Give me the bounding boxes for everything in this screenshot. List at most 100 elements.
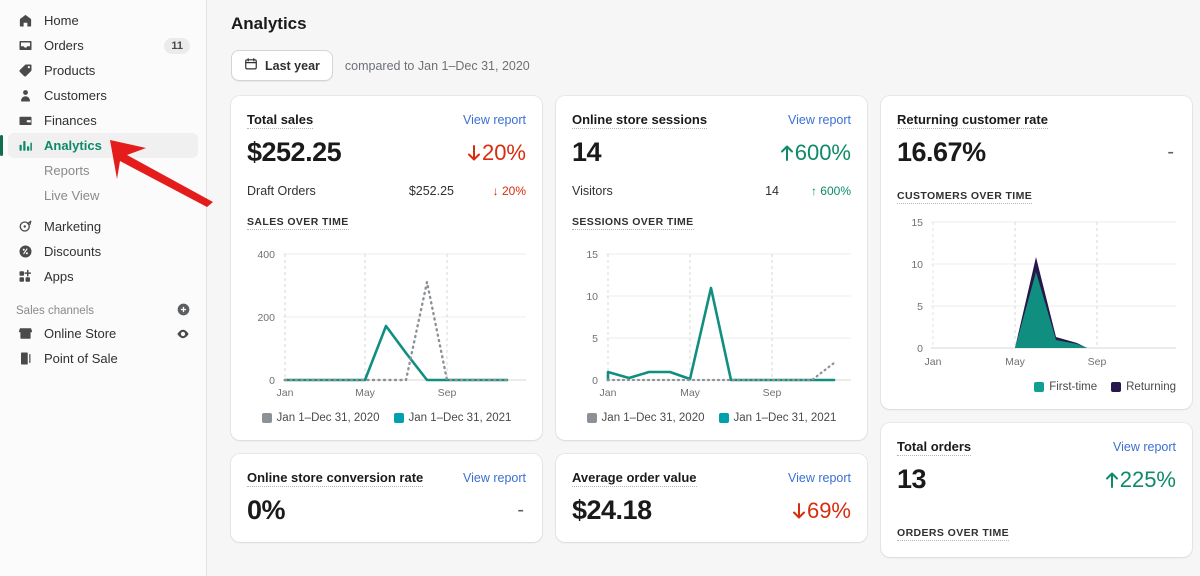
- discounts-percent-icon: [16, 243, 34, 261]
- legend-item-first-time: First-time: [1034, 381, 1097, 393]
- legend-label: Jan 1–Dec 31, 2021: [734, 412, 837, 424]
- metric-row: $252.25 20%: [247, 137, 526, 168]
- delta-value: 600%: [795, 140, 851, 166]
- sub-metric-label: Visitors: [572, 184, 699, 198]
- sub-metric-delta: ↓ 20%: [454, 184, 526, 198]
- delta-badge: 20%: [466, 140, 526, 166]
- column-middle: Online store sessions View report 14 600…: [556, 96, 867, 557]
- y-tick-5: 5: [917, 301, 923, 313]
- card-total-sales: Total sales View report $252.25 20% Draf…: [231, 96, 542, 440]
- x-tick-may: May: [680, 387, 701, 399]
- x-tick-sep: Sep: [1088, 356, 1107, 368]
- arrow-up-icon: [779, 143, 795, 163]
- sidebar-item-discounts[interactable]: Discounts: [8, 239, 198, 264]
- series-2020-dotted: [285, 282, 507, 380]
- sidebar-item-home[interactable]: Home: [8, 8, 198, 33]
- card-title: Online store conversion rate: [247, 470, 423, 487]
- metric-row: 16.67% -: [897, 137, 1176, 168]
- legend-label: Jan 1–Dec 31, 2020: [277, 412, 380, 424]
- x-tick-jan: Jan: [277, 387, 294, 399]
- view-report-link[interactable]: View report: [788, 113, 851, 127]
- view-report-link[interactable]: View report: [788, 471, 851, 485]
- products-tag-icon: [16, 62, 34, 80]
- sidebar-item-orders[interactable]: Orders 11: [8, 33, 198, 58]
- delta-badge: -: [1167, 141, 1176, 164]
- sidebar-item-marketing[interactable]: Marketing: [8, 214, 198, 239]
- chart-legend: Jan 1–Dec 31, 2020 Jan 1–Dec 31, 2021: [247, 412, 526, 424]
- sidebar-item-label: Analytics: [44, 138, 102, 153]
- delta-badge: 69%: [791, 498, 851, 524]
- sidebar-item-customers[interactable]: Customers: [8, 83, 198, 108]
- card-returning-customer-rate: Returning customer rate 16.67% - CUSTOME…: [881, 96, 1192, 409]
- sidebar-item-apps[interactable]: Apps: [8, 264, 198, 289]
- sidebar-item-label: Point of Sale: [44, 351, 118, 366]
- chart-legend: First-time Returning: [897, 381, 1176, 393]
- sub-delta-value: 600%: [820, 184, 851, 198]
- chart-section-label: ORDERS OVER TIME: [897, 527, 1009, 541]
- chart-sales-over-time: 400 200 0 Jan May: [247, 236, 526, 406]
- y-tick-200: 200: [257, 312, 275, 324]
- x-tick-sep: Sep: [763, 387, 782, 399]
- card-title: Total sales: [247, 112, 313, 129]
- legend-swatch: [1111, 382, 1121, 392]
- legend-item-2021: Jan 1–Dec 31, 2021: [719, 412, 837, 424]
- date-range-button[interactable]: Last year: [231, 50, 333, 81]
- card-title: Average order value: [572, 470, 697, 487]
- sales-channels-section-title: Sales channels: [16, 303, 190, 319]
- view-report-link[interactable]: View report: [463, 471, 526, 485]
- metric-row: $24.18 69%: [572, 495, 851, 526]
- sidebar-item-finances[interactable]: Finances: [8, 108, 198, 133]
- home-icon: [16, 12, 34, 30]
- metric-value: 16.67%: [897, 137, 986, 168]
- sidebar-item-products[interactable]: Products: [8, 58, 198, 83]
- sidebar-item-online-store[interactable]: Online Store: [8, 321, 198, 346]
- legend-label: First-time: [1049, 381, 1097, 393]
- sidebar-item-point-of-sale[interactable]: Point of Sale: [8, 346, 198, 371]
- finances-wallet-icon: [16, 112, 34, 130]
- add-sales-channel-icon[interactable]: [177, 303, 190, 319]
- analytics-bars-icon: [16, 137, 34, 155]
- cards-grid: Total sales View report $252.25 20% Draf…: [231, 96, 1184, 557]
- legend-swatch: [262, 413, 272, 423]
- view-report-link[interactable]: View report: [1113, 440, 1176, 454]
- sidebar-subitem-label: Live View: [44, 188, 99, 203]
- card-title: Returning customer rate: [897, 112, 1048, 129]
- chart-legend: Jan 1–Dec 31, 2020 Jan 1–Dec 31, 2021: [572, 412, 851, 424]
- card-title: Total orders: [897, 439, 971, 456]
- sidebar-item-label: Finances: [44, 113, 97, 128]
- y-tick-5: 5: [592, 333, 598, 345]
- delta-badge: 600%: [779, 140, 851, 166]
- chart-section-label: SALES OVER TIME: [247, 216, 349, 230]
- x-tick-may: May: [355, 387, 376, 399]
- delta-value: 225%: [1120, 467, 1176, 493]
- view-report-link[interactable]: View report: [463, 113, 526, 127]
- metric-value: 0%: [247, 495, 285, 526]
- arrow-down-icon: [791, 501, 807, 521]
- eye-icon[interactable]: [176, 327, 190, 341]
- legend-swatch: [394, 413, 404, 423]
- series-2021-line: [285, 326, 507, 380]
- card-header: Online store conversion rate View report: [247, 470, 526, 487]
- orders-count-badge: 11: [164, 38, 190, 54]
- delta-badge: 225%: [1104, 467, 1176, 493]
- y-tick-10: 10: [911, 259, 923, 271]
- card-header: Online store sessions View report: [572, 112, 851, 129]
- metric-value: $252.25: [247, 137, 341, 168]
- metric-value: 14: [572, 137, 601, 168]
- y-tick-10: 10: [586, 291, 598, 303]
- sub-metric-value: 14: [699, 184, 779, 198]
- card-total-orders: Total orders View report 13 225% ORDERS …: [881, 423, 1192, 557]
- section-label: Sales channels: [16, 305, 94, 317]
- marketing-target-icon: [16, 218, 34, 236]
- y-tick-15: 15: [911, 217, 923, 229]
- sidebar-item-label: Customers: [44, 88, 107, 103]
- calendar-icon: [244, 57, 258, 74]
- y-tick-400: 400: [257, 249, 275, 261]
- sidebar-item-reports[interactable]: Reports: [8, 158, 198, 183]
- sidebar-item-live-view[interactable]: Live View: [8, 183, 198, 208]
- sidebar-item-analytics[interactable]: Analytics: [8, 133, 198, 158]
- legend-item-2021: Jan 1–Dec 31, 2021: [394, 412, 512, 424]
- main-content: Analytics Last year compared to Jan 1–De…: [207, 0, 1200, 576]
- chart-section-label: CUSTOMERS OVER TIME: [897, 190, 1032, 204]
- compared-to-text: compared to Jan 1–Dec 31, 2020: [345, 59, 530, 73]
